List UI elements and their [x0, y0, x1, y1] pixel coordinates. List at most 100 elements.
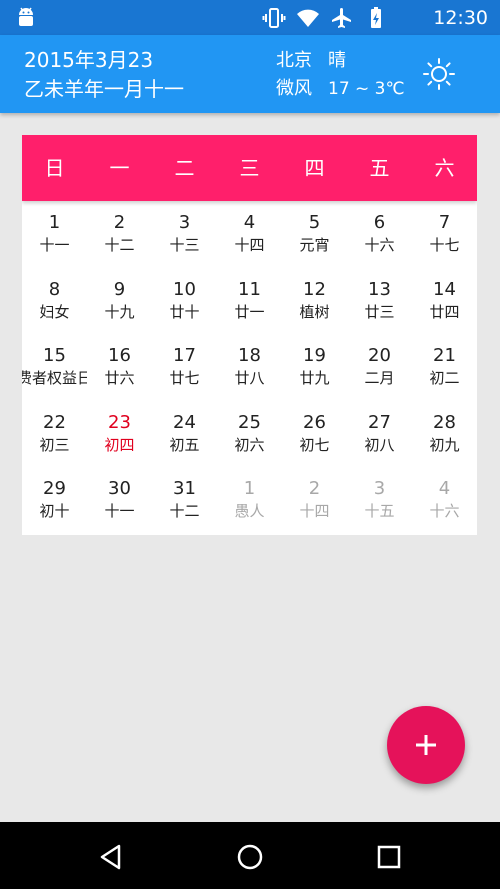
- calendar-day-cell[interactable]: 14 廿四: [412, 268, 477, 335]
- lunar-day-label: 二月: [364, 369, 395, 388]
- battery-icon: [371, 7, 381, 28]
- calendar-day-cell[interactable]: 29 初十: [22, 467, 87, 534]
- lunar-day-label: 初九: [429, 435, 460, 454]
- day-number: 15: [43, 345, 66, 367]
- day-number: 16: [108, 345, 131, 367]
- lunar-day-label: 十一: [39, 236, 70, 254]
- calendar-day-cell[interactable]: 3 十五: [347, 467, 412, 534]
- calendar-day-cell[interactable]: 17 廿七: [152, 334, 217, 401]
- lunar-day-label: 十四: [234, 236, 265, 254]
- lunar-day-label: 初六: [234, 435, 265, 454]
- calendar-day-cell[interactable]: 9 十九: [87, 268, 152, 335]
- day-number: 18: [238, 345, 261, 367]
- weather-temperature: 17 ~ 3℃: [328, 79, 405, 99]
- day-number: 3: [373, 478, 386, 500]
- add-event-button[interactable]: [387, 706, 465, 784]
- weekday-header: 日 一 二 三 四 五 六: [22, 135, 477, 201]
- calendar-day-cell[interactable]: 25 初六: [217, 401, 282, 468]
- status-time: 12:30: [433, 7, 488, 29]
- calendar-day-cell[interactable]: 15 费者权益日: [22, 334, 87, 401]
- day-number: 1: [243, 478, 256, 500]
- recents-icon[interactable]: [374, 842, 404, 872]
- back-icon[interactable]: [96, 842, 126, 872]
- day-number: 21: [433, 345, 456, 367]
- day-number: 4: [243, 212, 256, 233]
- day-number: 14: [433, 278, 456, 300]
- calendar-day-cell[interactable]: 11 廿一: [217, 268, 282, 335]
- calendar-day-cell[interactable]: 20 二月: [347, 334, 412, 401]
- calendar-day-cell[interactable]: 12 植树: [282, 268, 347, 335]
- day-number: 31: [173, 478, 196, 500]
- status-icons: [262, 6, 388, 30]
- weekday-label: 五: [369, 156, 390, 180]
- day-number: 22: [43, 411, 66, 433]
- lunar-day-label: 初五: [169, 435, 200, 454]
- day-number: 2: [113, 212, 126, 233]
- calendar-day-cell[interactable]: 26 初七: [282, 401, 347, 468]
- lunar-day-label: 初四: [104, 435, 135, 454]
- weekday-label: 六: [434, 156, 455, 180]
- weather-city: 北京: [276, 50, 312, 71]
- calendar-day-cell[interactable]: 31 十二: [152, 467, 217, 534]
- calendar-day-cell[interactable]: 1 愚人: [217, 467, 282, 534]
- navigation-bar: [0, 822, 500, 889]
- weekday-label: 四: [304, 156, 325, 180]
- calendar-day-cell[interactable]: 16 廿六: [87, 334, 152, 401]
- lunar-day-label: 愚人: [234, 502, 265, 521]
- day-number: 12: [303, 278, 326, 300]
- calendar-day-cell[interactable]: 24 初五: [152, 401, 217, 468]
- lunar-day-label: 廿一: [234, 302, 265, 321]
- calendar-day-cell[interactable]: 2 十二: [87, 201, 152, 268]
- weather-wind: 微风: [276, 78, 312, 99]
- status-bar: 12:30: [0, 0, 500, 35]
- lunar-day-label: 廿七: [169, 369, 200, 388]
- calendar-day-cell[interactable]: 3 十三: [152, 201, 217, 268]
- calendar-day-cell-today[interactable]: 23 初四: [87, 401, 152, 468]
- weekday-label: 二: [174, 156, 195, 180]
- lunar-day-label: 十四: [299, 502, 330, 521]
- sun-icon[interactable]: [422, 57, 456, 91]
- day-number: 20: [368, 345, 391, 367]
- lunar-day-label: 初二: [429, 369, 460, 388]
- day-number: 25: [238, 411, 261, 433]
- lunar-day-label: 元宵: [299, 236, 330, 254]
- month-calendar: 日 一 二 三 四 五 六 1 十一 2 十二 3 十三 4 十四 5 元宵 6 十六 7 十七 8 妇女 9 十…: [22, 135, 477, 535]
- calendar-day-cell[interactable]: 4 十六: [412, 467, 477, 534]
- calendar-day-cell[interactable]: 6 十六: [347, 201, 412, 268]
- weekday-label: 一: [109, 156, 130, 180]
- calendar-day-cell[interactable]: 27 初八: [347, 401, 412, 468]
- day-number: 28: [433, 411, 456, 433]
- calendar-day-cell[interactable]: 28 初九: [412, 401, 477, 468]
- lunar-day-label: 十一: [104, 502, 135, 521]
- plus-icon: [416, 735, 436, 755]
- lunar-day-label: 十三: [169, 236, 200, 254]
- lunar-day-label: 廿四: [429, 302, 460, 321]
- calendar-day-cell[interactable]: 22 初三: [22, 401, 87, 468]
- calendar-day-cell[interactable]: 8 妇女: [22, 268, 87, 335]
- calendar-day-cell[interactable]: 19 廿九: [282, 334, 347, 401]
- day-number: 5: [308, 212, 321, 233]
- calendar-day-cell[interactable]: 1 十一: [22, 201, 87, 268]
- calendar-day-cell[interactable]: 4 十四: [217, 201, 282, 268]
- android-icon: [19, 7, 33, 26]
- calendar-day-cell[interactable]: 7 十七: [412, 201, 477, 268]
- day-number: 7: [438, 212, 451, 233]
- home-icon[interactable]: [235, 842, 265, 872]
- calendar-day-cell[interactable]: 5 元宵: [282, 201, 347, 268]
- header-date[interactable]: 2015年3月23: [24, 47, 153, 73]
- lunar-day-label: 十六: [429, 502, 460, 521]
- calendar-day-cell[interactable]: 2 十四: [282, 467, 347, 534]
- calendar-day-cell[interactable]: 13 廿三: [347, 268, 412, 335]
- calendar-day-cell[interactable]: 30 十一: [87, 467, 152, 534]
- day-number: 26: [303, 411, 326, 433]
- header-lunar-date: 乙未羊年一月十一: [24, 77, 184, 101]
- day-number: 3: [178, 212, 191, 233]
- calendar-day-cell[interactable]: 21 初二: [412, 334, 477, 401]
- calendar-day-cell[interactable]: 18 廿八: [217, 334, 282, 401]
- lunar-day-label: 十二: [169, 502, 200, 521]
- day-number: 17: [173, 345, 196, 367]
- day-number: 19: [303, 345, 326, 367]
- wifi-icon: [297, 9, 319, 27]
- day-number: 24: [173, 411, 196, 433]
- calendar-day-cell[interactable]: 10 廿十: [152, 268, 217, 335]
